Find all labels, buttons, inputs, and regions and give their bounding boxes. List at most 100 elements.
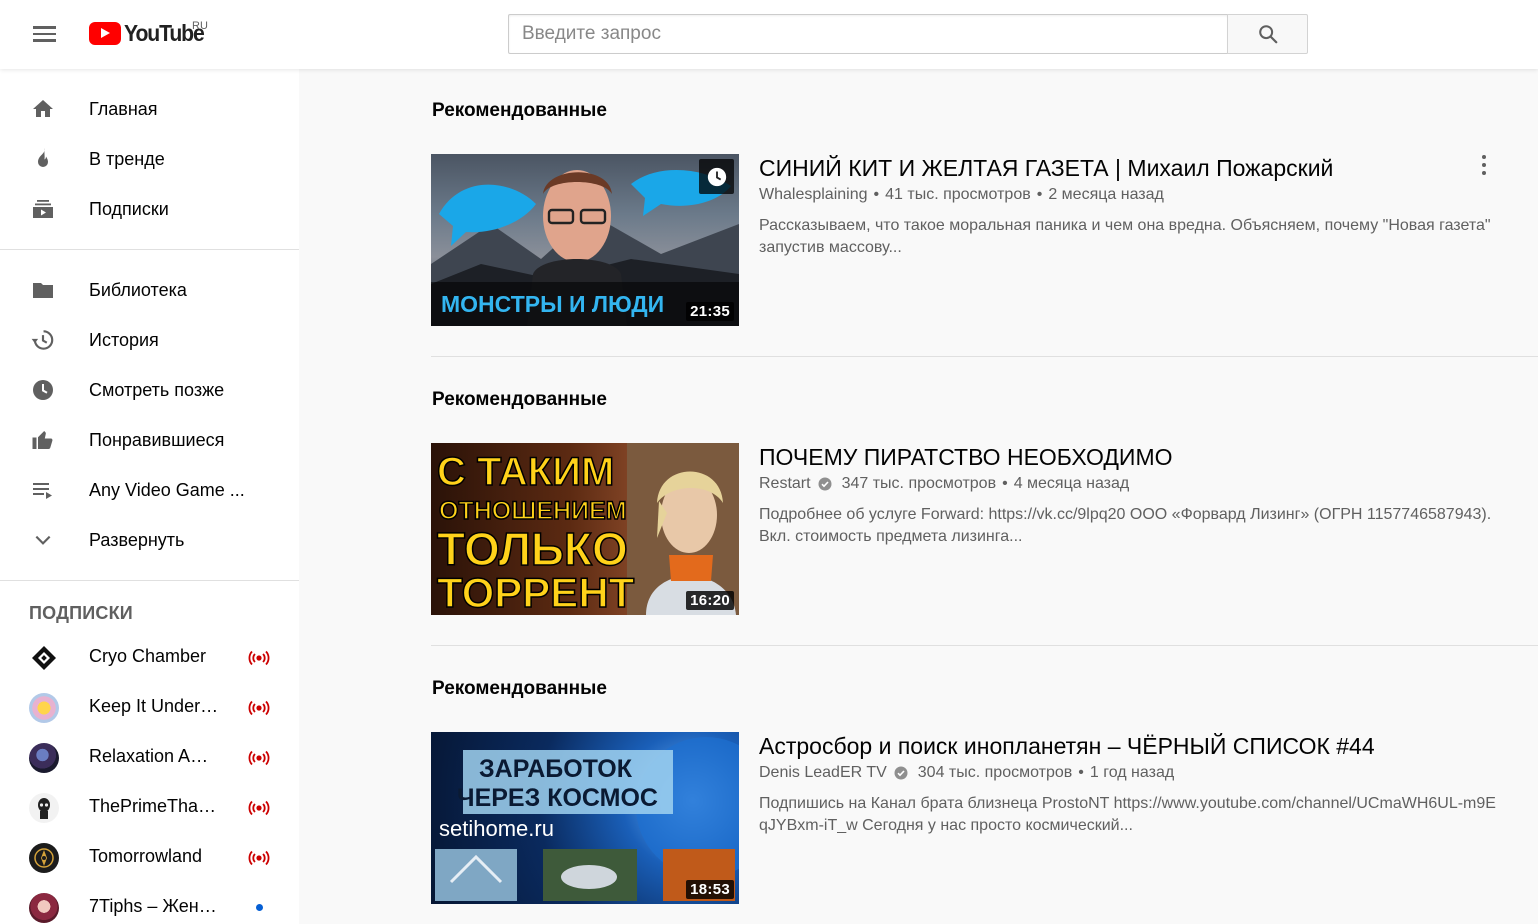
subscription-label: Relaxation Amb... [89,746,219,766]
chevron-down-icon [30,528,56,552]
video-title[interactable]: Астросбор и поиск инопланетян – ЧЁРНЫЙ С… [759,733,1375,760]
shelf-divider [431,356,1538,357]
channel-name[interactable]: Whalesplaining [759,186,868,204]
subscription-keep-it-underground[interactable]: Keep It Undergr... [0,683,299,733]
verified-badge-icon [894,766,908,780]
video-title[interactable]: СИНИЙ КИТ И ЖЕЛТАЯ ГАЗЕТА | Михаил Пожар… [759,155,1333,182]
thumbnail-art: ЗАРАБОТОК ЧЕРЕЗ КОСМОС setihome.ru [435,737,739,901]
thumbnail-caption-line: ЧЕРЕЗ КОСМОС [457,784,658,812]
new-content-dot [256,904,263,911]
sidebar-divider [0,249,299,250]
subscription-label: Keep It Undergr... [89,696,219,716]
sidebar-item-label: Подписки [89,198,169,219]
avatar [29,893,59,923]
video-description: Подробнее об услуге Forward: https://vk.… [759,506,1492,545]
sidebar-item-library[interactable]: Библиотека [0,265,299,315]
video-thumbnail[interactable]: С ТАКИМ ОТНОШЕНИЕМ ТОЛЬКО ТОРРЕНТ 16:20 [431,443,739,615]
live-icon [248,850,270,866]
live-icon [248,700,270,716]
subscription-relaxation-ambience[interactable]: Relaxation Amb... [0,733,299,783]
thumbnail-caption-line: ТОРРЕНТ [437,569,635,615]
search-button[interactable] [1227,14,1308,54]
sidebar-item-history[interactable]: История [0,315,299,365]
shelf-title: Рекомендованные [432,678,607,699]
upload-age: 4 месяца назад [1013,475,1130,492]
sidebar-item-label: Библиотека [89,279,187,300]
sidebar-item-home[interactable]: Главная [0,84,299,134]
subscriptions-icon [30,197,56,221]
sidebar-item-expand[interactable]: Развернуть [0,515,299,565]
video-thumbnail[interactable]: МОНСТРЫ И ЛЮДИ 21:35 [431,154,739,326]
search-box [508,14,1228,54]
view-count: 41 тыс. просмотров [885,186,1031,203]
watch-later-icon [30,378,56,402]
thumbnail-art: С ТАКИМ ОТНОШЕНИЕМ ТОЛЬКО ТОРРЕНТ [436,443,739,615]
watch-later-button[interactable] [699,159,734,194]
sidebar-item-label: Смотреть позже [89,379,225,400]
upload-age: 2 месяца назад [1048,186,1164,203]
logo-region-code: RU [192,20,208,32]
masthead: YouTube RU [0,0,1538,69]
channel-name[interactable]: Denis LeadER TV [759,764,887,782]
sidebar-item-label: Any Video Game ... [89,479,245,500]
avatar [29,843,59,873]
subscription-theprimethanatos[interactable]: ThePrimeThanat... [0,783,299,833]
sidebar-item-label: Главная [89,98,158,119]
subscription-label: Tomorrowland [89,846,203,866]
video-thumbnail[interactable]: ЗАРАБОТОК ЧЕРЕЗ КОСМОС setihome.ru 18:53 [431,732,739,904]
verified-badge-icon [818,477,832,491]
sidebar-item-subscriptions[interactable]: Подписки [0,184,299,234]
sidebar: Главная В тренде Подписки Библиотека Ист… [0,69,299,924]
meta-separator: • [873,186,880,203]
sidebar-item-liked[interactable]: Понравившиеся [0,415,299,465]
sidebar-item-trending[interactable]: В тренде [0,134,299,184]
video-meta: Denis LeadER TV 304 тыс. просмотров • 1 … [759,764,1174,782]
sidebar-item-watch-later[interactable]: Смотреть позже [0,365,299,415]
view-count: 304 тыс. просмотров [917,764,1073,781]
subscription-cryo-chamber[interactable]: Cryo Chamber [0,633,299,683]
shelf-title: Рекомендованные [432,389,607,410]
channel-name[interactable]: Restart [759,475,811,493]
history-icon [30,328,56,352]
subscription-7tiphs[interactable]: 7Tiphs – Женск... [0,883,299,924]
subscription-tomorrowland[interactable]: Tomorrowland [0,833,299,883]
subscriptions-section-title: ПОДПИСКИ [29,603,133,623]
shelf-title: Рекомендованные [432,100,607,121]
avatar [29,793,59,823]
upload-age: 1 год назад [1089,764,1175,781]
search-icon [1258,25,1277,44]
meta-separator: • [1002,475,1008,492]
trending-icon [30,147,56,171]
clock-icon [707,167,726,186]
more-actions-icon[interactable] [1472,151,1496,179]
avatar [29,643,59,673]
video-title[interactable]: ПОЧЕМУ ПИРАТСТВО НЕОБХОДИМО [759,444,1173,471]
home-icon [30,97,56,121]
playlist-icon [30,478,56,502]
video-duration: 18:53 [686,880,734,899]
view-count: 347 тыс. просмотров [841,475,997,492]
search-input[interactable] [509,15,1228,53]
liked-icon [30,428,56,452]
subscription-label: ThePrimeThanat... [89,796,219,816]
thumbnail-caption-line: С ТАКИМ [437,450,614,494]
thumbnail-caption-line: ЗАРАБОТОК [479,755,633,783]
video-duration: 21:35 [686,302,734,321]
video-description: Подпишись на Канал брата близнеца Prosto… [759,795,1496,834]
sidebar-item-label: История [89,329,159,350]
library-icon [30,278,56,302]
subscription-label: 7Tiphs – Женск... [89,896,219,916]
live-icon [248,650,270,666]
sidebar-item-label: В тренде [89,148,165,169]
sidebar-item-playlist[interactable]: Any Video Game ... [0,465,299,515]
avatar [29,693,59,723]
live-icon [248,800,270,816]
live-icon [248,750,270,766]
thumbnail-caption-line: ТОЛЬКО [437,523,628,575]
video-meta: Restart 347 тыс. просмотров • 4 месяца н… [759,475,1129,493]
thumbnail-art: МОНСТРЫ И ЛЮДИ [431,169,739,326]
shelf-divider [431,645,1538,646]
meta-separator: • [1036,186,1043,203]
sidebar-item-label: Развернуть [89,529,185,550]
menu-icon[interactable] [21,11,67,57]
